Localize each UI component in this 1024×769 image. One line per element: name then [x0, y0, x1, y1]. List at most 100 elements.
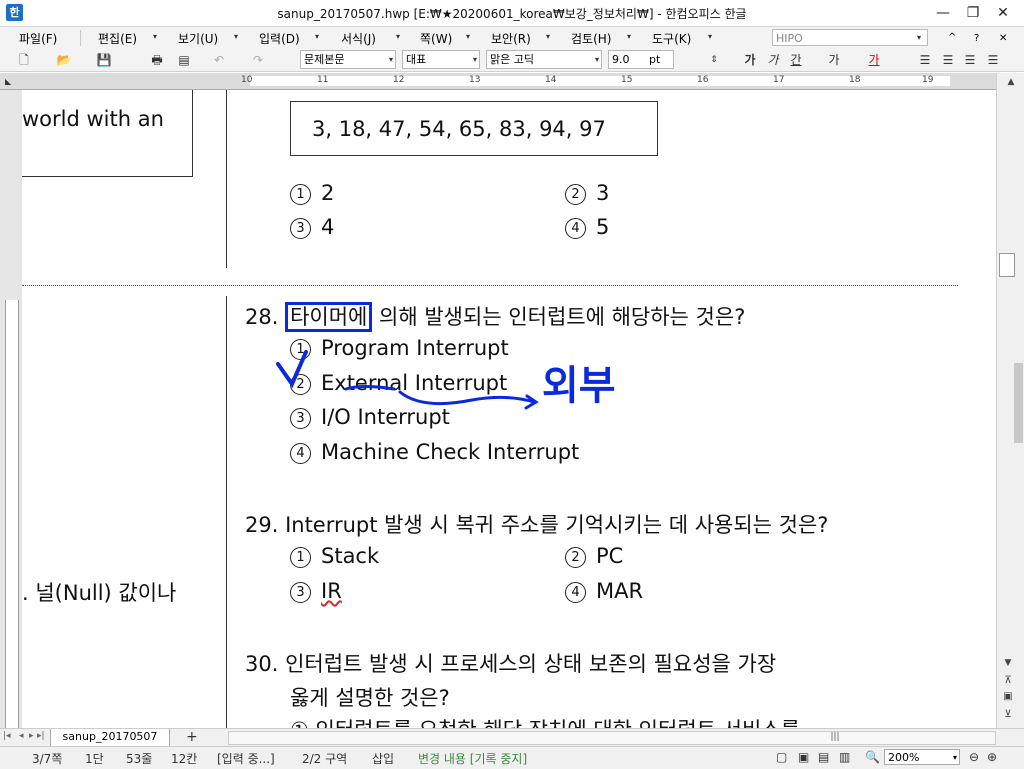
question29-choice-2[interactable]: 2 PC: [565, 544, 623, 568]
window-title: sanup_20170507.hwp [E:₩★20200601_korea₩보…: [277, 7, 747, 21]
question29-choice-4[interactable]: 4 MAR: [565, 579, 643, 603]
question29-choice-1[interactable]: 1 Stack: [290, 544, 379, 568]
menu-format[interactable]: 서식(J): [341, 30, 376, 47]
menu-review[interactable]: 검토(H): [571, 30, 611, 47]
status-insert-mode[interactable]: 삽입: [372, 750, 394, 767]
undo-icon[interactable]: ↶: [211, 52, 227, 68]
font-size-input[interactable]: 9.0 pt: [608, 50, 674, 69]
language-value: 대표: [406, 53, 427, 66]
document-tab[interactable]: sanup_20170507: [50, 729, 170, 747]
question28-text: 28. 타이머에 의해 발생되는 인터럽트에 해당하는 것은?: [245, 301, 745, 332]
page-view-icon[interactable]: ▣: [798, 750, 809, 764]
font-color-button[interactable]: 가: [866, 52, 882, 68]
menu-tools[interactable]: 도구(K): [652, 30, 691, 47]
ruler-number: 13: [469, 75, 481, 85]
chevron-down-icon[interactable]: ▾: [153, 32, 157, 41]
chevron-down-icon[interactable]: ▾: [315, 32, 319, 41]
question28-choice-4[interactable]: 4 Machine Check Interrupt: [290, 440, 579, 464]
next-page-icon[interactable]: ⊻: [999, 709, 1017, 723]
first-tab-icon[interactable]: |◂: [3, 731, 11, 741]
add-tab-button[interactable]: +: [186, 729, 198, 745]
question29-choice-3[interactable]: 3 IR: [290, 579, 342, 603]
horizontal-scrollbar[interactable]: [228, 731, 996, 745]
menu-security[interactable]: 보안(R): [491, 30, 531, 47]
chevron-down-icon[interactable]: ▾: [917, 33, 921, 42]
maximize-button[interactable]: ❐: [958, 2, 988, 24]
question27-choice-1[interactable]: 12: [290, 181, 334, 205]
zoom-out-icon[interactable]: ⊖: [969, 750, 979, 764]
chevron-down-icon[interactable]: ▾: [627, 32, 631, 41]
web-view-icon[interactable]: ▤: [818, 750, 829, 764]
chevron-down-icon[interactable]: ▾: [234, 32, 238, 41]
print-preview-icon[interactable]: ▤: [176, 52, 192, 68]
align-center-icon[interactable]: ☰: [962, 52, 978, 68]
menu-insert[interactable]: 입력(D): [259, 30, 300, 47]
choice-text: 2: [321, 181, 335, 205]
chevron-down-icon[interactable]: ▾: [466, 32, 470, 41]
document-page[interactable]: world with an 3, 18, 47, 54, 65, 83, 94,…: [22, 90, 996, 728]
horizontal-scrollbar-thumb[interactable]: |||: [830, 732, 840, 742]
scroll-up-arrow-icon[interactable]: ▲: [998, 74, 1024, 90]
menu-bar: 파일(F) 편집(E) ▾ 보기(U) ▾ 입력(D) ▾ 서식(J) ▾ 쪽(…: [0, 27, 1024, 49]
zoom-icon[interactable]: 🔍: [865, 750, 880, 764]
choice-number-icon: 4: [290, 442, 311, 464]
tab-stop-icon[interactable]: ◣: [5, 77, 11, 86]
align-justify-icon[interactable]: ☰: [917, 52, 933, 68]
scroll-down-arrow-icon[interactable]: ▼: [999, 658, 1017, 672]
align-left-icon[interactable]: ☰: [940, 52, 956, 68]
question27-choice-2[interactable]: 23: [565, 181, 609, 205]
font-select[interactable]: 맑은 고딕 ▾: [486, 50, 602, 69]
new-document-icon[interactable]: 🗋: [16, 52, 32, 68]
status-track-changes[interactable]: 변경 내용 [기록 중지]: [418, 750, 527, 767]
zoom-in-icon[interactable]: ⊕: [987, 750, 997, 764]
question27-choice-3[interactable]: 34: [290, 215, 334, 239]
choice-text: 3: [596, 181, 610, 205]
chevron-down-icon[interactable]: ▾: [396, 32, 400, 41]
normal-view-icon[interactable]: ▢: [776, 750, 787, 764]
side-panel-toggle[interactable]: [1014, 363, 1023, 443]
bold-button[interactable]: 가: [742, 52, 758, 68]
open-folder-icon[interactable]: 📂: [56, 52, 72, 68]
menu-file[interactable]: 파일(F): [19, 30, 57, 47]
save-icon[interactable]: 💾: [96, 52, 112, 68]
close-button[interactable]: ✕: [988, 2, 1018, 24]
chevron-down-icon[interactable]: ▾: [708, 32, 712, 41]
close-doc-icon[interactable]: ✕: [999, 33, 1007, 44]
menu-page[interactable]: 쪽(W): [420, 30, 452, 47]
next-tab-icon[interactable]: ▸: [29, 731, 34, 741]
ruler-number: 17: [773, 75, 785, 85]
help-search-input[interactable]: HIPO: [772, 29, 928, 46]
ruler-number: 19: [922, 75, 934, 85]
underline-button[interactable]: 간: [788, 52, 804, 68]
page-view-icon[interactable]: ▣: [999, 691, 1017, 705]
outline-view-icon[interactable]: ▥: [839, 750, 850, 764]
style-select[interactable]: 문제본문 ▾: [300, 50, 396, 69]
strikethrough-button[interactable]: 가: [826, 52, 842, 68]
italic-button[interactable]: 가: [765, 52, 781, 68]
size-spinner-icon[interactable]: ⇕: [706, 52, 722, 68]
menu-view[interactable]: 보기(U): [178, 30, 218, 47]
print-icon[interactable]: 🖶: [149, 52, 165, 68]
question30-line2: 옳게 설명한 것은?: [290, 686, 450, 710]
status-bar: 3/7쪽 1단 53줄 12칸 [입력 중...] 2/2 구역 삽입 변경 내…: [0, 746, 1024, 769]
zoom-select[interactable]: 200% ▾: [884, 749, 960, 765]
previous-tab-icon[interactable]: ◂: [19, 731, 24, 741]
style-value: 문제본문: [304, 53, 345, 66]
vertical-scrollbar[interactable]: ▲ ▼ ⊼ ▣ ⊻: [996, 73, 1024, 728]
scrollbar-thumb[interactable]: [999, 253, 1015, 277]
status-page[interactable]: 3/7쪽: [32, 750, 62, 767]
previous-page-icon[interactable]: ⊼: [999, 675, 1017, 689]
question27-choice-4[interactable]: 45: [565, 215, 609, 239]
align-right-icon[interactable]: ☰: [985, 52, 1001, 68]
minimize-button[interactable]: —: [928, 2, 958, 24]
help-icon[interactable]: ?: [974, 33, 979, 44]
question30-line3: ① 인터럽트를 요청한 해당 장치에 대한 인터럽트 서비스를: [290, 714, 800, 728]
choice-text: PC: [596, 544, 624, 568]
redo-icon[interactable]: ↷: [250, 52, 266, 68]
choice-text: Stack: [321, 544, 380, 568]
last-tab-icon[interactable]: ▸|: [37, 731, 45, 741]
language-select[interactable]: 대표 ▾: [402, 50, 480, 69]
collapse-ribbon-icon[interactable]: ^: [948, 32, 956, 43]
chevron-down-icon[interactable]: ▾: [546, 32, 550, 41]
menu-edit[interactable]: 편집(E): [98, 30, 137, 47]
